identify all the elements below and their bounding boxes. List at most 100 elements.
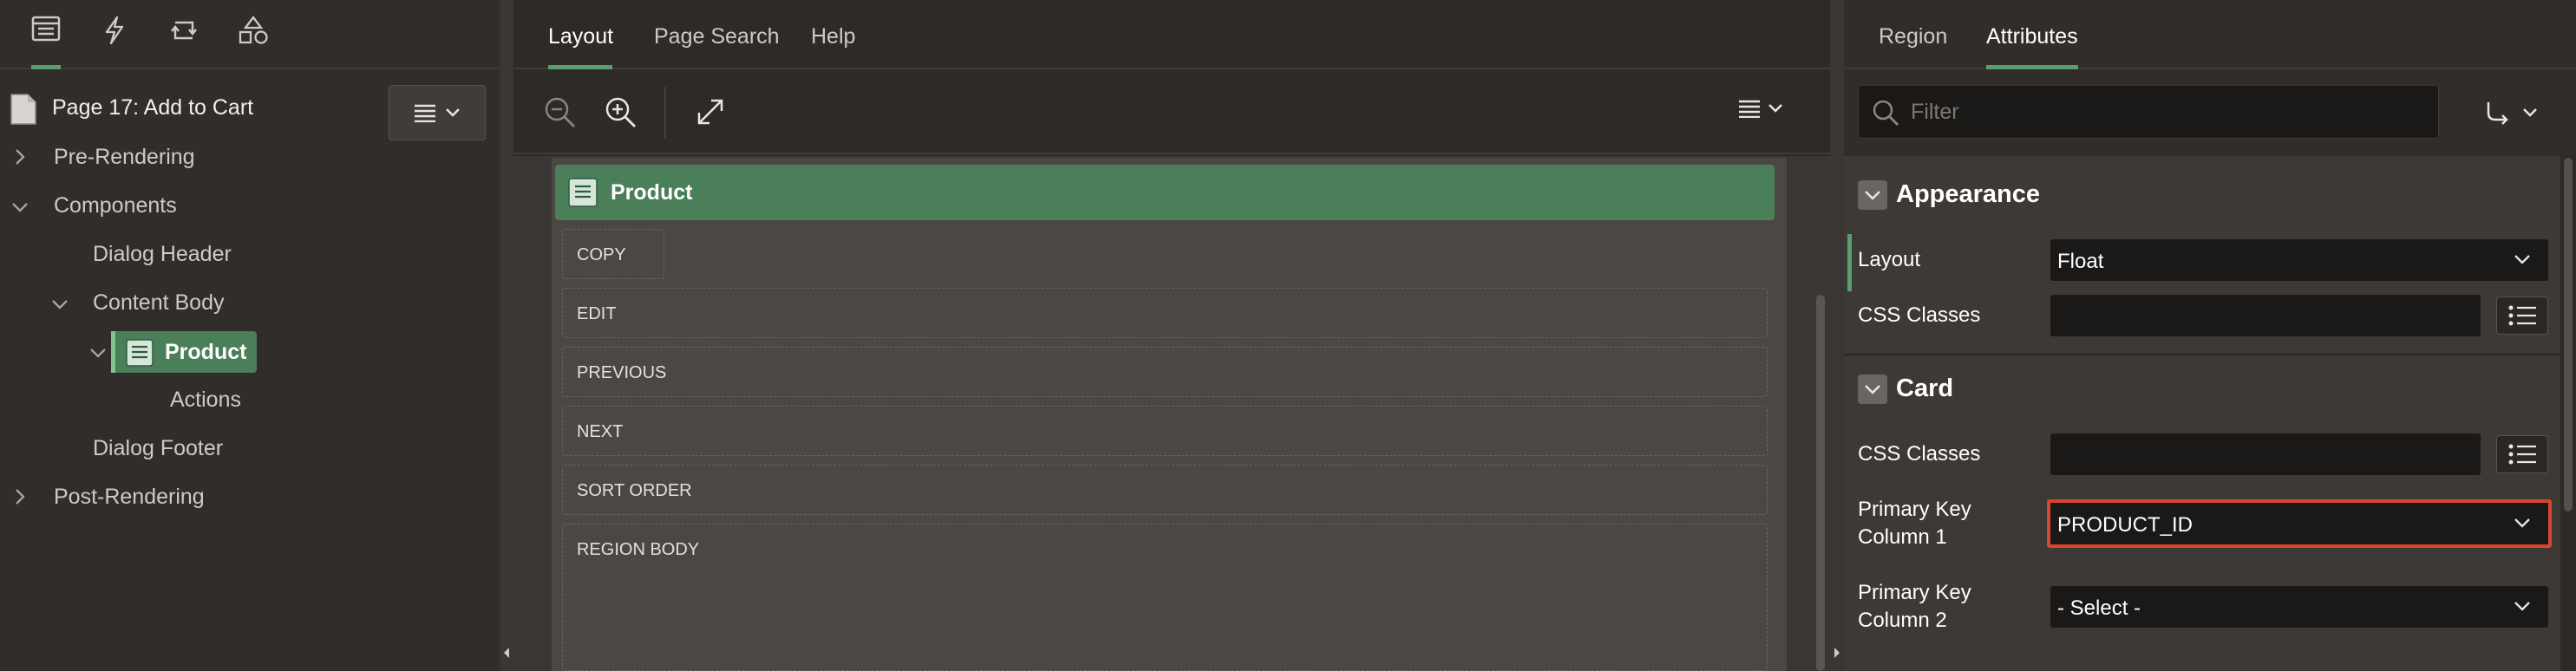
- tree-item-content-body[interactable]: Content Body: [93, 290, 225, 316]
- tab-processing[interactable]: [154, 16, 214, 69]
- region-card-icon: [568, 178, 598, 207]
- tree-item-dialog-header[interactable]: Dialog Header: [93, 242, 232, 267]
- group-card-header[interactable]: Card: [1844, 359, 2560, 418]
- rendering-tree-icon: [31, 16, 61, 42]
- tab-help[interactable]: Help: [811, 24, 855, 49]
- chevron-down-icon: [2514, 602, 2530, 611]
- label-line: Column 1: [1858, 525, 1947, 549]
- label-line: Primary Key: [1858, 581, 1971, 604]
- list-icon: [2508, 444, 2536, 465]
- tab-page-search[interactable]: Page Search: [654, 24, 780, 49]
- chevron-down-icon: [1865, 385, 1880, 394]
- chevron-down-icon[interactable]: [10, 201, 29, 213]
- group-title: Card: [1896, 375, 1954, 402]
- group-separator: [1844, 354, 2560, 355]
- hamburger-menu-icon: [1739, 100, 1760, 118]
- region-title: Product: [611, 180, 693, 205]
- tree-item-pre-rendering[interactable]: Pre-Rendering: [54, 145, 195, 170]
- css-classes-list-button[interactable]: [2496, 296, 2548, 335]
- slot-label: EDIT: [577, 304, 617, 323]
- left-panel-tabs: [0, 0, 500, 69]
- layout-toolbar: [513, 71, 1832, 154]
- chevron-down-icon[interactable]: [88, 347, 108, 359]
- slot-copy[interactable]: COPY: [562, 229, 664, 279]
- list-icon: [2508, 305, 2536, 326]
- chevron-down-icon: [2514, 255, 2530, 264]
- tab-layout[interactable]: Layout: [548, 24, 613, 49]
- processing-icon: [171, 21, 197, 40]
- collapse-right-icon: [1834, 648, 1840, 658]
- zoom-out-icon[interactable]: [543, 95, 578, 130]
- right-splitter[interactable]: [1830, 0, 1844, 671]
- slot-region-body[interactable]: REGION BODY: [562, 524, 1768, 671]
- slot-edit[interactable]: EDIT: [562, 288, 1768, 338]
- slot-next[interactable]: NEXT: [562, 406, 1768, 456]
- region-card-icon: [126, 339, 154, 367]
- selected-indicator: [111, 331, 115, 373]
- go-to-group-icon: [2487, 102, 2508, 125]
- tab-region[interactable]: Region: [1879, 24, 1947, 49]
- tab-dynamic-actions[interactable]: [84, 16, 145, 69]
- slot-label: REGION BODY: [577, 540, 700, 559]
- layout-menu-button[interactable]: [1738, 99, 1783, 118]
- chevron-down-icon: [1769, 104, 1782, 113]
- filter-input[interactable]: [1911, 98, 2422, 126]
- tab-attributes[interactable]: Attributes: [1986, 24, 2078, 49]
- card-css-classes-list-button[interactable]: [2496, 435, 2548, 473]
- slot-label: SORT ORDER: [577, 481, 692, 500]
- tree-item-product[interactable]: Product: [111, 331, 257, 373]
- tab-rendering[interactable]: [16, 16, 76, 69]
- appearance-css-classes-input[interactable]: [2050, 295, 2481, 336]
- tree-item-post-rendering[interactable]: Post-Rendering: [54, 485, 205, 510]
- property-scrollbar-thumb[interactable]: [2564, 158, 2573, 511]
- page-menu-button[interactable]: [389, 85, 486, 140]
- tree-item-actions[interactable]: Actions: [170, 388, 241, 413]
- tab-shared-components[interactable]: [223, 16, 284, 69]
- toolbar-divider: [664, 87, 666, 139]
- go-to-group-button[interactable]: [2455, 90, 2567, 135]
- left-splitter[interactable]: [500, 0, 513, 671]
- group-toggle[interactable]: [1858, 180, 1887, 210]
- primary-key-2-label: Primary Key Column 2: [1858, 579, 1971, 635]
- layout-value: Float: [2057, 250, 2104, 273]
- group-title: Appearance: [1896, 180, 2041, 208]
- primary-key-column-1-select[interactable]: PRODUCT_ID: [2047, 499, 2552, 548]
- zoom-in-icon[interactable]: [604, 95, 638, 130]
- filter-field[interactable]: [1858, 85, 2439, 139]
- chevron-right-icon[interactable]: [14, 147, 26, 166]
- shared-components-icon: [239, 16, 268, 44]
- right-panel-tabs: Region Attributes: [1844, 0, 2576, 69]
- tree-item-dialog-footer[interactable]: Dialog Footer: [93, 436, 223, 461]
- region-product-header[interactable]: Product: [555, 165, 1775, 220]
- collapse-left-icon: [504, 648, 509, 658]
- label-line: Primary Key: [1858, 498, 1971, 521]
- page-title: Page 17: Add to Cart: [52, 95, 254, 120]
- middle-panel-tabs: Layout Page Search Help: [513, 0, 1832, 69]
- layout-label: Layout: [1858, 248, 1921, 271]
- chevron-down-icon: [446, 108, 460, 117]
- changed-property-indicator: [1847, 234, 1852, 291]
- expand-icon[interactable]: [696, 97, 725, 127]
- chevron-right-icon[interactable]: [14, 487, 26, 506]
- primary-key-1-label: Primary Key Column 1: [1858, 496, 1971, 551]
- tree-item-label: Product: [165, 340, 247, 364]
- card-css-classes-input[interactable]: [2050, 433, 2481, 475]
- active-tab-indicator: [1986, 65, 2078, 69]
- chevron-down-icon[interactable]: [50, 298, 69, 310]
- layout-select[interactable]: Float: [2050, 239, 2548, 281]
- slot-label: COPY: [577, 245, 626, 264]
- group-toggle[interactable]: [1858, 375, 1887, 404]
- search-icon: [1873, 100, 1899, 126]
- chevron-down-icon: [2523, 108, 2537, 117]
- primary-key-2-value: - Select -: [2057, 596, 2141, 620]
- slot-label: PREVIOUS: [577, 363, 667, 382]
- group-appearance-header[interactable]: Appearance: [1844, 165, 2560, 224]
- primary-key-1-value: PRODUCT_ID: [2057, 513, 2194, 537]
- chevron-down-icon: [2514, 518, 2530, 528]
- slot-sort-order[interactable]: SORT ORDER: [562, 465, 1768, 515]
- primary-key-column-2-select[interactable]: - Select -: [2050, 586, 2548, 628]
- chevron-down-icon: [1865, 191, 1880, 200]
- layout-scrollbar-thumb[interactable]: [1816, 295, 1825, 671]
- slot-previous[interactable]: PREVIOUS: [562, 347, 1768, 397]
- tree-item-components[interactable]: Components: [54, 193, 177, 218]
